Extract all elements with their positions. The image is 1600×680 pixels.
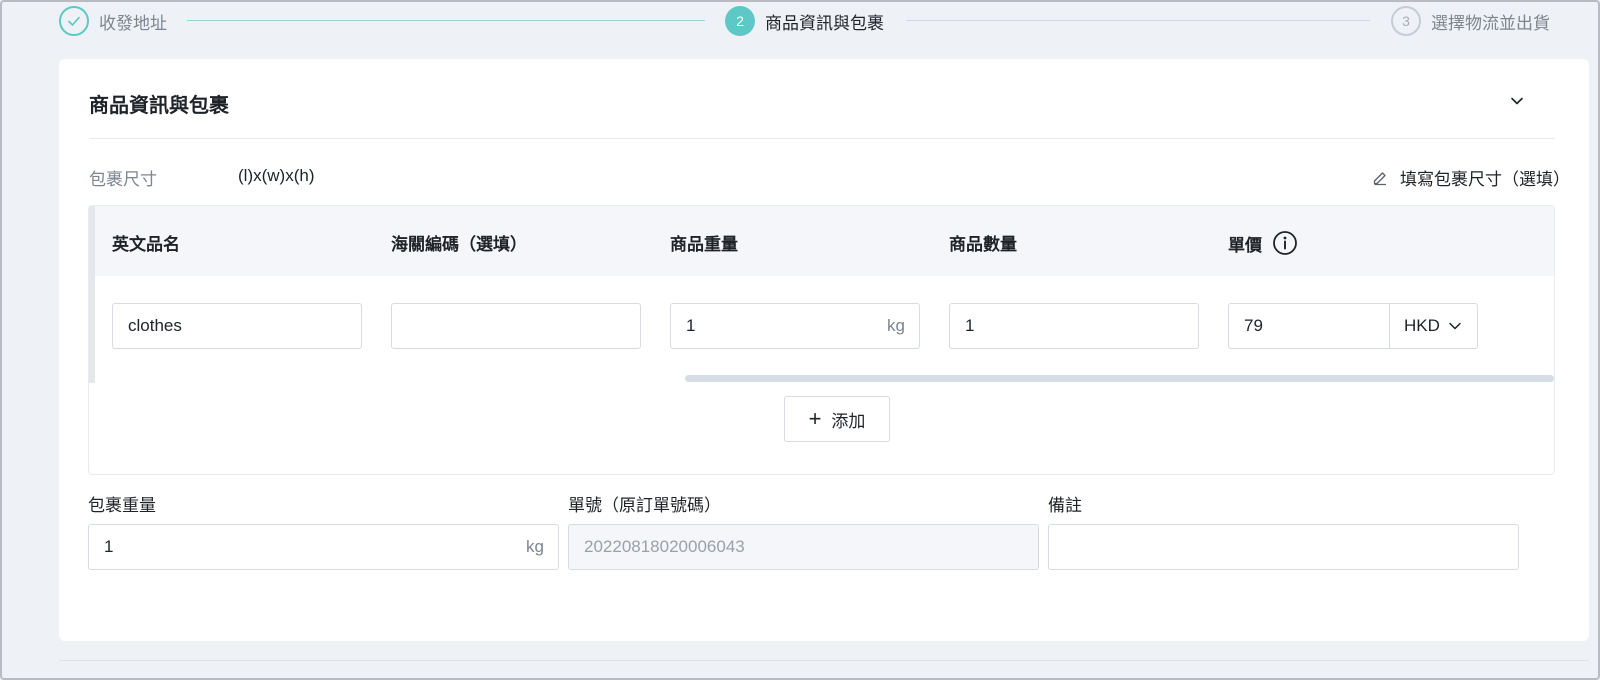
column-header-name: 英文品名 xyxy=(112,235,180,254)
divider xyxy=(59,660,1589,661)
items-table: 英文品名 海關編碼（選填） 商品重量 商品數量 單價 clothes 1 kg … xyxy=(88,205,1555,475)
section-title: 商品資訊與包裹 xyxy=(89,95,229,117)
step-items[interactable]: 2 商品資訊與包裹 xyxy=(725,6,884,36)
package-weight-unit: kg xyxy=(526,537,544,556)
order-number-value: 20220818020006043 xyxy=(584,537,745,556)
step-number: 3 xyxy=(1391,6,1421,36)
unit-price-input[interactable]: 79 xyxy=(1228,303,1390,349)
product-name-input[interactable]: clothes xyxy=(112,303,362,349)
order-number-label: 單號（原訂單號碼） xyxy=(568,496,721,515)
currency-select[interactable]: HKD xyxy=(1389,303,1478,349)
product-weight-value: 1 xyxy=(686,316,696,335)
table-header xyxy=(89,206,1554,276)
column-header-price: 單價 xyxy=(1228,230,1298,256)
step-connector xyxy=(906,20,1370,21)
checkout-stepper: 收發地址 2 商品資訊與包裹 3 選擇物流並出貨 xyxy=(59,6,1589,36)
package-size-value: (l)x(w)x(h) xyxy=(238,166,315,185)
unit-price-value: 79 xyxy=(1244,316,1263,335)
add-item-button[interactable]: + 添加 xyxy=(784,396,890,442)
package-weight-value: 1 xyxy=(104,537,114,556)
product-weight-input[interactable]: 1 kg xyxy=(670,303,920,349)
step-number: 2 xyxy=(725,6,755,36)
currency-value: HKD xyxy=(1404,316,1440,335)
horizontal-scrollbar[interactable] xyxy=(685,375,1554,382)
edit-package-size-button[interactable]: 填寫包裹尺寸（選填） xyxy=(1372,165,1570,190)
package-size-label: 包裹尺寸 xyxy=(89,170,157,189)
info-icon[interactable] xyxy=(1272,230,1298,256)
edit-package-size-label: 填寫包裹尺寸（選填） xyxy=(1400,170,1570,189)
collapse-button[interactable] xyxy=(1505,89,1529,113)
chevron-down-icon xyxy=(1509,93,1525,109)
plus-icon: + xyxy=(808,406,822,431)
package-weight-label: 包裹重量 xyxy=(88,496,156,515)
column-header-price-label: 單價 xyxy=(1228,235,1262,255)
weight-unit: kg xyxy=(887,316,905,335)
hs-code-input[interactable] xyxy=(391,303,641,349)
column-header-weight: 商品重量 xyxy=(670,235,738,254)
order-number-input: 20220818020006043 xyxy=(568,524,1039,570)
step-label: 商品資訊與包裹 xyxy=(765,13,884,33)
product-name-value: clothes xyxy=(128,316,182,335)
step-shipping[interactable]: 3 選擇物流並出貨 xyxy=(1391,6,1550,36)
check-icon xyxy=(59,6,89,36)
chevron-down-icon xyxy=(1448,319,1462,333)
step-label: 選擇物流並出貨 xyxy=(1431,13,1550,33)
remarks-label: 備註 xyxy=(1048,496,1082,515)
package-weight-input[interactable]: 1 kg xyxy=(88,524,559,570)
add-item-label: 添加 xyxy=(831,411,866,431)
product-quantity-value: 1 xyxy=(965,316,975,335)
step-label: 收發地址 xyxy=(99,13,167,33)
column-header-quantity: 商品數量 xyxy=(949,235,1017,254)
column-header-hs-code: 海關編碼（選填） xyxy=(391,235,527,254)
step-address[interactable]: 收發地址 xyxy=(59,6,167,36)
items-package-card: 商品資訊與包裹 包裹尺寸 (l)x(w)x(h) 填寫包裹尺寸（選填） 英文品名… xyxy=(59,59,1589,641)
product-quantity-input[interactable]: 1 xyxy=(949,303,1199,349)
remarks-input[interactable] xyxy=(1048,524,1519,570)
divider xyxy=(89,138,1555,139)
pencil-icon xyxy=(1372,170,1388,186)
step-connector xyxy=(187,20,705,21)
row-handle xyxy=(89,206,95,383)
